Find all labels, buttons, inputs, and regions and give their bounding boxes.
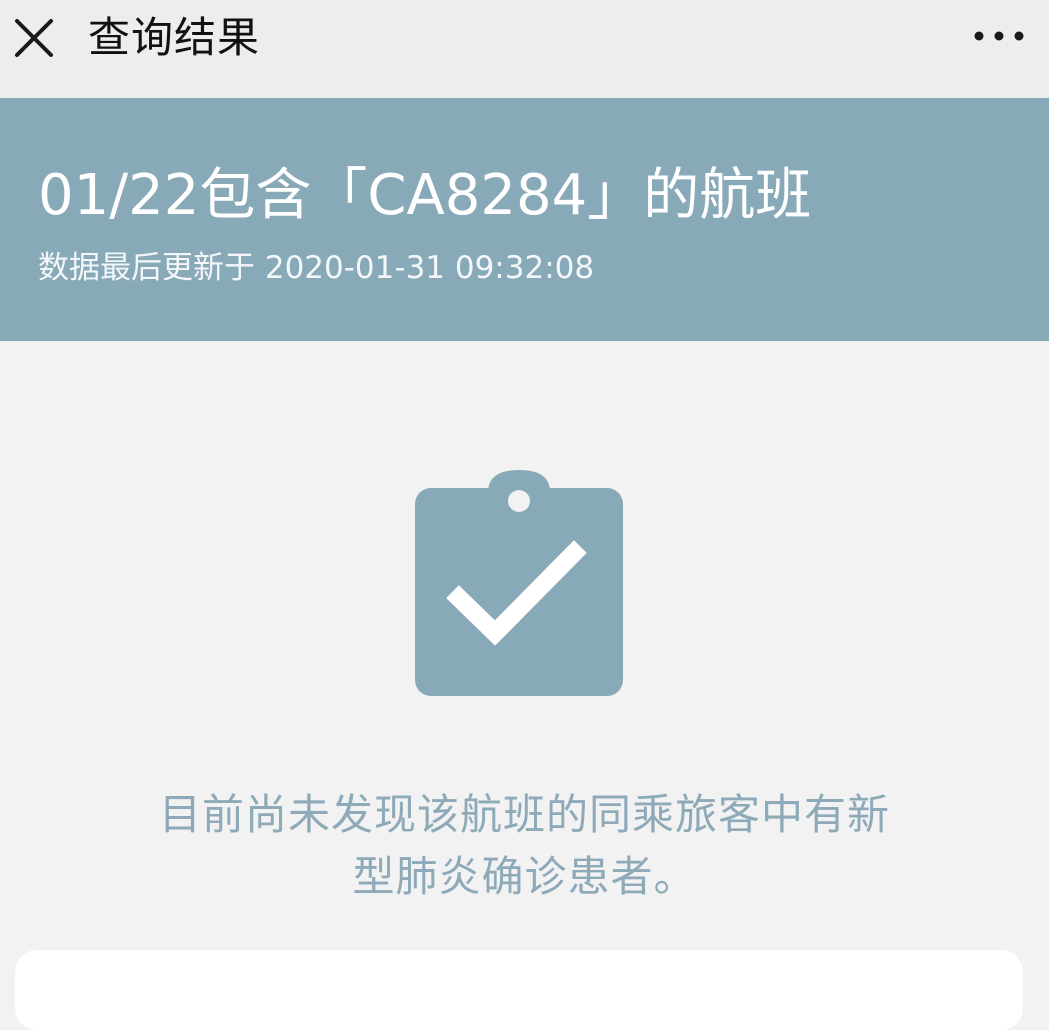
flight-query-title: 01/22包含「CA8284」的航班 — [38, 163, 812, 228]
close-icon[interactable] — [10, 12, 60, 62]
result-message-line-2: 型肺炎确诊患者。 — [352, 852, 697, 901]
result-message: 目前尚未发现该航班的同乘旅客中有新 型肺炎确诊患者。 — [60, 784, 989, 908]
result-message-line-1: 目前尚未发现该航班的同乘旅客中有新 — [158, 790, 890, 839]
flight-header: 01/22包含「CA8284」的航班 数据最后更新于 2020-01-31 09… — [0, 98, 1049, 341]
last-updated-text: 数据最后更新于 2020-01-31 09:32:08 — [38, 250, 595, 286]
page-title: 查询结果 — [88, 13, 261, 62]
clipboard-check-icon — [412, 464, 626, 700]
top-navigation-bar: 查询结果 — [0, 0, 1049, 98]
more-dots-icon[interactable] — [969, 14, 1029, 58]
content-card — [15, 950, 1023, 1030]
